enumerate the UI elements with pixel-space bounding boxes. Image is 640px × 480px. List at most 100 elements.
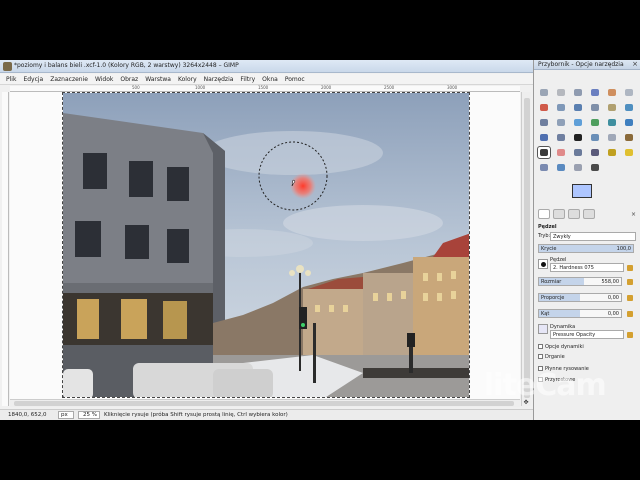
- size-slider[interactable]: Rozmiar 558,00: [538, 277, 622, 286]
- ruler-tick: 1000: [195, 85, 206, 90]
- jitter-checkbox[interactable]: Drganie: [538, 354, 565, 360]
- tool-glyph: [540, 89, 548, 96]
- tab-undo-history[interactable]: [568, 209, 580, 219]
- fuzzy-select-icon[interactable]: [589, 87, 601, 98]
- tool-glyph: [574, 104, 582, 111]
- brush-select[interactable]: 2. Hardness 075: [550, 263, 624, 272]
- rect-select-icon[interactable]: [538, 87, 550, 98]
- crop-icon[interactable]: [555, 117, 567, 128]
- foreground-select-icon[interactable]: [538, 102, 550, 113]
- paths-icon[interactable]: [555, 102, 567, 113]
- scale-icon[interactable]: [589, 117, 601, 128]
- image-canvas[interactable]: [62, 92, 470, 398]
- shear-icon[interactable]: [606, 117, 618, 128]
- tool-glyph: [557, 104, 565, 111]
- menu-zaznaczenie[interactable]: Zaznaczenie: [50, 76, 88, 83]
- horizontal-scrollbar[interactable]: [10, 399, 520, 407]
- tab-device-status[interactable]: [553, 209, 565, 219]
- unit-select[interactable]: px: [58, 411, 74, 419]
- zoom-icon[interactable]: [589, 102, 601, 113]
- ratio-slider[interactable]: Proporcje 0,00: [538, 293, 622, 302]
- zoom-select[interactable]: 25 %: [78, 411, 100, 419]
- menu-okna[interactable]: Okna: [262, 76, 278, 83]
- tool-glyph: [625, 119, 633, 126]
- ellipse-select-icon[interactable]: [555, 87, 567, 98]
- measure-icon[interactable]: [606, 102, 618, 113]
- tool-glyph: [574, 164, 582, 171]
- size-label: Rozmiar: [541, 279, 562, 285]
- perspective-icon[interactable]: [623, 117, 635, 128]
- image-window-titlebar[interactable]: *poziomy i balans bieli .xcf-1.0 (Kolory…: [0, 60, 533, 73]
- menu-filtry[interactable]: Filtry: [240, 76, 255, 83]
- foreground-color-swatch[interactable]: [572, 184, 592, 198]
- cage-icon[interactable]: [555, 132, 567, 143]
- smudge-icon[interactable]: [572, 162, 584, 173]
- tool-glyph: [591, 149, 599, 156]
- tool-glyph: [608, 89, 616, 96]
- brush-preview[interactable]: [538, 259, 548, 269]
- mode-select[interactable]: Zwykły: [550, 232, 636, 241]
- pencil-icon[interactable]: [623, 132, 635, 143]
- airbrush-icon[interactable]: [572, 147, 584, 158]
- tab-tool-options[interactable]: [538, 209, 550, 219]
- tool-glyph: [625, 149, 633, 156]
- dynamics-options-expander[interactable]: Opcje dynamiki: [538, 344, 584, 350]
- perspective-clone-icon[interactable]: [538, 162, 550, 173]
- options-title: Pędzel: [538, 224, 557, 230]
- tool-glyph: [557, 119, 565, 126]
- blur-icon[interactable]: [555, 162, 567, 173]
- edit-dynamics-icon[interactable]: [627, 332, 633, 338]
- menu-pomoc[interactable]: Pomoc: [285, 76, 305, 83]
- free-select-icon[interactable]: [572, 87, 584, 98]
- scroll-thumb[interactable]: [524, 98, 530, 398]
- angle-label: Kąt: [541, 311, 550, 317]
- ink-icon[interactable]: [589, 147, 601, 158]
- scissors-icon[interactable]: [623, 87, 635, 98]
- window-title: *poziomy i balans bieli .xcf-1.0 (Kolory…: [14, 62, 239, 69]
- heal-icon[interactable]: [623, 147, 635, 158]
- menu-kolory[interactable]: Kolory: [178, 76, 197, 83]
- close-icon[interactable]: ×: [632, 60, 638, 68]
- rotate-icon[interactable]: [572, 117, 584, 128]
- ratio-value: 0,00: [607, 295, 619, 301]
- toolbox-titlebar[interactable]: Przybornik - Opcje narzędzia ×: [534, 60, 640, 70]
- pointer-coordinates: 1840,0, 652,0: [8, 412, 47, 418]
- paintbrush-icon[interactable]: [537, 146, 551, 159]
- reset-angle-icon[interactable]: [627, 311, 633, 317]
- color-select-icon[interactable]: [606, 87, 618, 98]
- dynamics-icon[interactable]: [538, 324, 548, 334]
- text-icon[interactable]: [572, 132, 584, 143]
- close-icon[interactable]: ×: [631, 211, 636, 218]
- menu-widok[interactable]: Widok: [95, 76, 113, 83]
- tool-glyph: [591, 134, 599, 141]
- edit-brush-icon[interactable]: [627, 265, 633, 271]
- vertical-scrollbar[interactable]: [521, 92, 531, 406]
- align-icon[interactable]: [538, 117, 550, 128]
- tool-glyph: [540, 149, 548, 156]
- dynamics-select[interactable]: Pressure Opacity: [550, 330, 624, 339]
- color-picker-icon[interactable]: [572, 102, 584, 113]
- opacity-label: Krycie: [541, 246, 557, 252]
- mode-label: Tryb:: [538, 233, 551, 239]
- tab-images[interactable]: [583, 209, 595, 219]
- reset-size-icon[interactable]: [627, 279, 633, 285]
- reset-ratio-icon[interactable]: [627, 295, 633, 301]
- clone-icon[interactable]: [606, 147, 618, 158]
- move-icon[interactable]: [623, 102, 635, 113]
- menu-narzedzia[interactable]: Narzędzia: [204, 76, 234, 83]
- menu-plik[interactable]: Plik: [6, 76, 16, 83]
- vertical-ruler[interactable]: [2, 92, 9, 406]
- blend-icon[interactable]: [606, 132, 618, 143]
- scroll-thumb[interactable]: [14, 401, 514, 406]
- dodge-burn-icon[interactable]: [589, 162, 601, 173]
- menu-obraz[interactable]: Obraz: [120, 76, 138, 83]
- opacity-value: 100,0: [616, 246, 631, 252]
- menu-edycja[interactable]: Edycja: [23, 76, 43, 83]
- angle-slider[interactable]: Kąt 0,00: [538, 309, 622, 318]
- tool-grid: [537, 87, 636, 174]
- menu-warstwa[interactable]: Warstwa: [145, 76, 171, 83]
- flip-icon[interactable]: [538, 132, 550, 143]
- opacity-slider[interactable]: Krycie 100,0: [538, 244, 634, 253]
- eraser-icon[interactable]: [555, 147, 567, 158]
- bucket-fill-icon[interactable]: [589, 132, 601, 143]
